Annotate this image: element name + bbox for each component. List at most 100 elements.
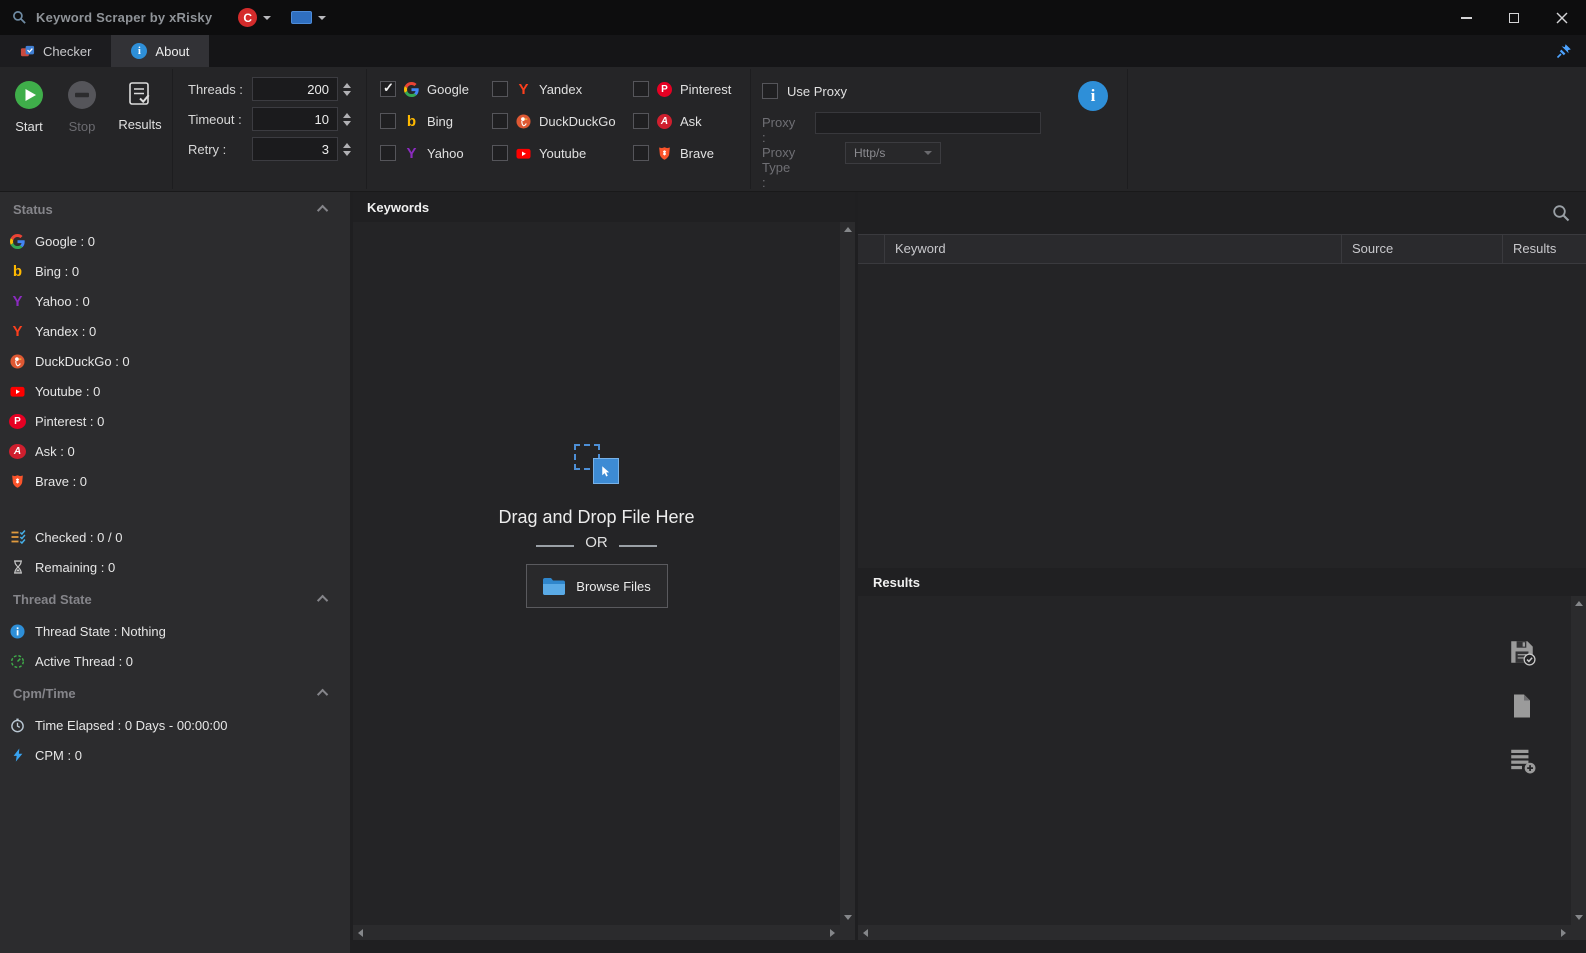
proxy-input[interactable]	[815, 112, 1041, 134]
engine-duckduckgo[interactable]: DuckDuckGo	[492, 113, 633, 129]
step-up-icon[interactable]	[343, 113, 351, 118]
search-icon[interactable]	[1552, 204, 1570, 222]
duckduckgo-checkbox[interactable]	[492, 113, 508, 129]
results-panel: Keyword Source Results Results	[858, 192, 1586, 940]
window-controls	[1442, 0, 1586, 35]
step-down-icon[interactable]	[343, 91, 351, 96]
retry-label: Retry :	[188, 142, 252, 157]
browse-files-button[interactable]: Browse Files	[526, 564, 668, 608]
step-up-icon[interactable]	[343, 143, 351, 148]
threads-input[interactable]	[252, 77, 338, 101]
engine-yahoo[interactable]: Y Yahoo	[380, 145, 492, 161]
engine-label: Ask	[680, 114, 702, 129]
scroll-left-icon[interactable]	[358, 929, 363, 937]
folder-icon	[542, 577, 566, 596]
scroll-left-icon[interactable]	[863, 929, 868, 937]
youtube-icon	[9, 384, 26, 399]
results-section-title: Results	[873, 575, 920, 590]
timeout-stepper[interactable]	[343, 113, 351, 126]
pinterest-checkbox[interactable]	[633, 81, 649, 97]
save-icon	[1508, 638, 1536, 666]
results-output-area	[858, 596, 1586, 940]
status-item-brave: Brave : 0	[0, 466, 350, 496]
file-dropzone[interactable]: Drag and Drop File Here OR Browse Files	[353, 222, 840, 925]
results-button[interactable]: Results	[113, 80, 167, 132]
yandex-checkbox[interactable]	[492, 81, 508, 97]
retry-stepper[interactable]	[343, 143, 351, 156]
column-header-source[interactable]: Source	[1342, 235, 1503, 263]
add-to-list-button[interactable]	[1506, 744, 1538, 776]
engine-yandex[interactable]: Y Yandex	[492, 81, 633, 97]
ask-checkbox[interactable]	[633, 113, 649, 129]
scroll-down-icon[interactable]	[1575, 915, 1583, 920]
row-selector-column-header[interactable]	[858, 235, 885, 263]
bing-checkbox[interactable]	[380, 113, 396, 129]
pinterest-icon: P	[9, 414, 26, 429]
yahoo-checkbox[interactable]	[380, 145, 396, 161]
retry-input[interactable]	[252, 137, 338, 161]
results-vertical-scrollbar[interactable]	[1571, 596, 1586, 925]
step-down-icon[interactable]	[343, 151, 351, 156]
pin-toolbar-area	[1556, 35, 1586, 67]
status-text: CPM : 0	[35, 748, 82, 763]
threads-stepper[interactable]	[343, 83, 351, 96]
step-up-icon[interactable]	[343, 83, 351, 88]
flag-menu-caret-icon[interactable]	[318, 16, 326, 24]
engine-google[interactable]: Google	[380, 81, 492, 97]
scroll-right-icon[interactable]	[1561, 929, 1566, 937]
engine-youtube[interactable]: Youtube	[492, 145, 633, 161]
status-text: Checked : 0 / 0	[35, 530, 122, 545]
google-checkbox[interactable]	[380, 81, 396, 97]
engine-label: Bing	[427, 114, 453, 129]
thread-state-section-header[interactable]: Thread State	[0, 582, 350, 616]
scroll-right-icon[interactable]	[830, 929, 835, 937]
proxy-type-select[interactable]: Http/s	[845, 142, 941, 164]
cpm-section-header[interactable]: Cpm/Time	[0, 676, 350, 710]
pin-icon[interactable]	[1556, 43, 1572, 59]
engine-bing[interactable]: b Bing	[380, 113, 492, 129]
column-header-keyword[interactable]: Keyword	[885, 235, 1342, 263]
logo-menu-caret-icon[interactable]	[263, 16, 271, 24]
timeout-label: Timeout :	[188, 112, 252, 127]
youtube-checkbox[interactable]	[492, 145, 508, 161]
status-text: Remaining : 0	[35, 560, 115, 575]
tabbar: Checker i About	[0, 35, 1586, 67]
scroll-up-icon[interactable]	[1575, 601, 1583, 606]
results-search-strip	[858, 192, 1586, 234]
tab-checker[interactable]: Checker	[0, 35, 111, 67]
status-section-header[interactable]: Status	[0, 192, 350, 226]
status-item-duckduckgo: DuckDuckGo : 0	[0, 346, 350, 376]
results-horizontal-scrollbar[interactable]	[858, 925, 1571, 940]
timeout-input[interactable]	[252, 107, 338, 131]
column-header-results[interactable]: Results	[1503, 235, 1586, 263]
maximize-button[interactable]	[1490, 0, 1538, 35]
divider-line	[619, 545, 657, 547]
engine-brave[interactable]: Brave	[633, 145, 743, 161]
status-item-pinterest: P Pinterest : 0	[0, 406, 350, 436]
scroll-down-icon[interactable]	[844, 915, 852, 920]
stop-button[interactable]: Stop	[60, 80, 104, 134]
toolbar-separator	[1127, 69, 1128, 189]
export-document-button[interactable]	[1506, 690, 1538, 722]
save-results-button[interactable]	[1506, 636, 1538, 668]
use-proxy-option[interactable]: Use Proxy	[762, 83, 922, 99]
scroll-up-icon[interactable]	[844, 227, 852, 232]
start-icon	[14, 80, 44, 110]
engine-ask[interactable]: A Ask	[633, 113, 743, 129]
start-button[interactable]: Start	[7, 80, 51, 134]
proxy-type-label: Proxy Type :	[762, 145, 795, 190]
keywords-vertical-scrollbar[interactable]	[840, 222, 855, 925]
brave-checkbox[interactable]	[633, 145, 649, 161]
minimize-button[interactable]	[1442, 0, 1490, 35]
engine-pinterest[interactable]: P Pinterest	[633, 81, 743, 97]
keywords-horizontal-scrollbar[interactable]	[353, 925, 840, 940]
step-down-icon[interactable]	[343, 121, 351, 126]
use-proxy-checkbox[interactable]	[762, 83, 778, 99]
close-button[interactable]	[1538, 0, 1586, 35]
language-flag-icon[interactable]	[291, 11, 312, 24]
tab-about[interactable]: i About	[111, 35, 209, 67]
status-item-thread-state: Thread State : Nothing	[0, 616, 350, 646]
toolbar-info-button[interactable]: i	[1078, 81, 1108, 111]
status-item-remaining: Remaining : 0	[0, 552, 350, 582]
xrisky-logo-icon[interactable]: C	[238, 8, 257, 27]
